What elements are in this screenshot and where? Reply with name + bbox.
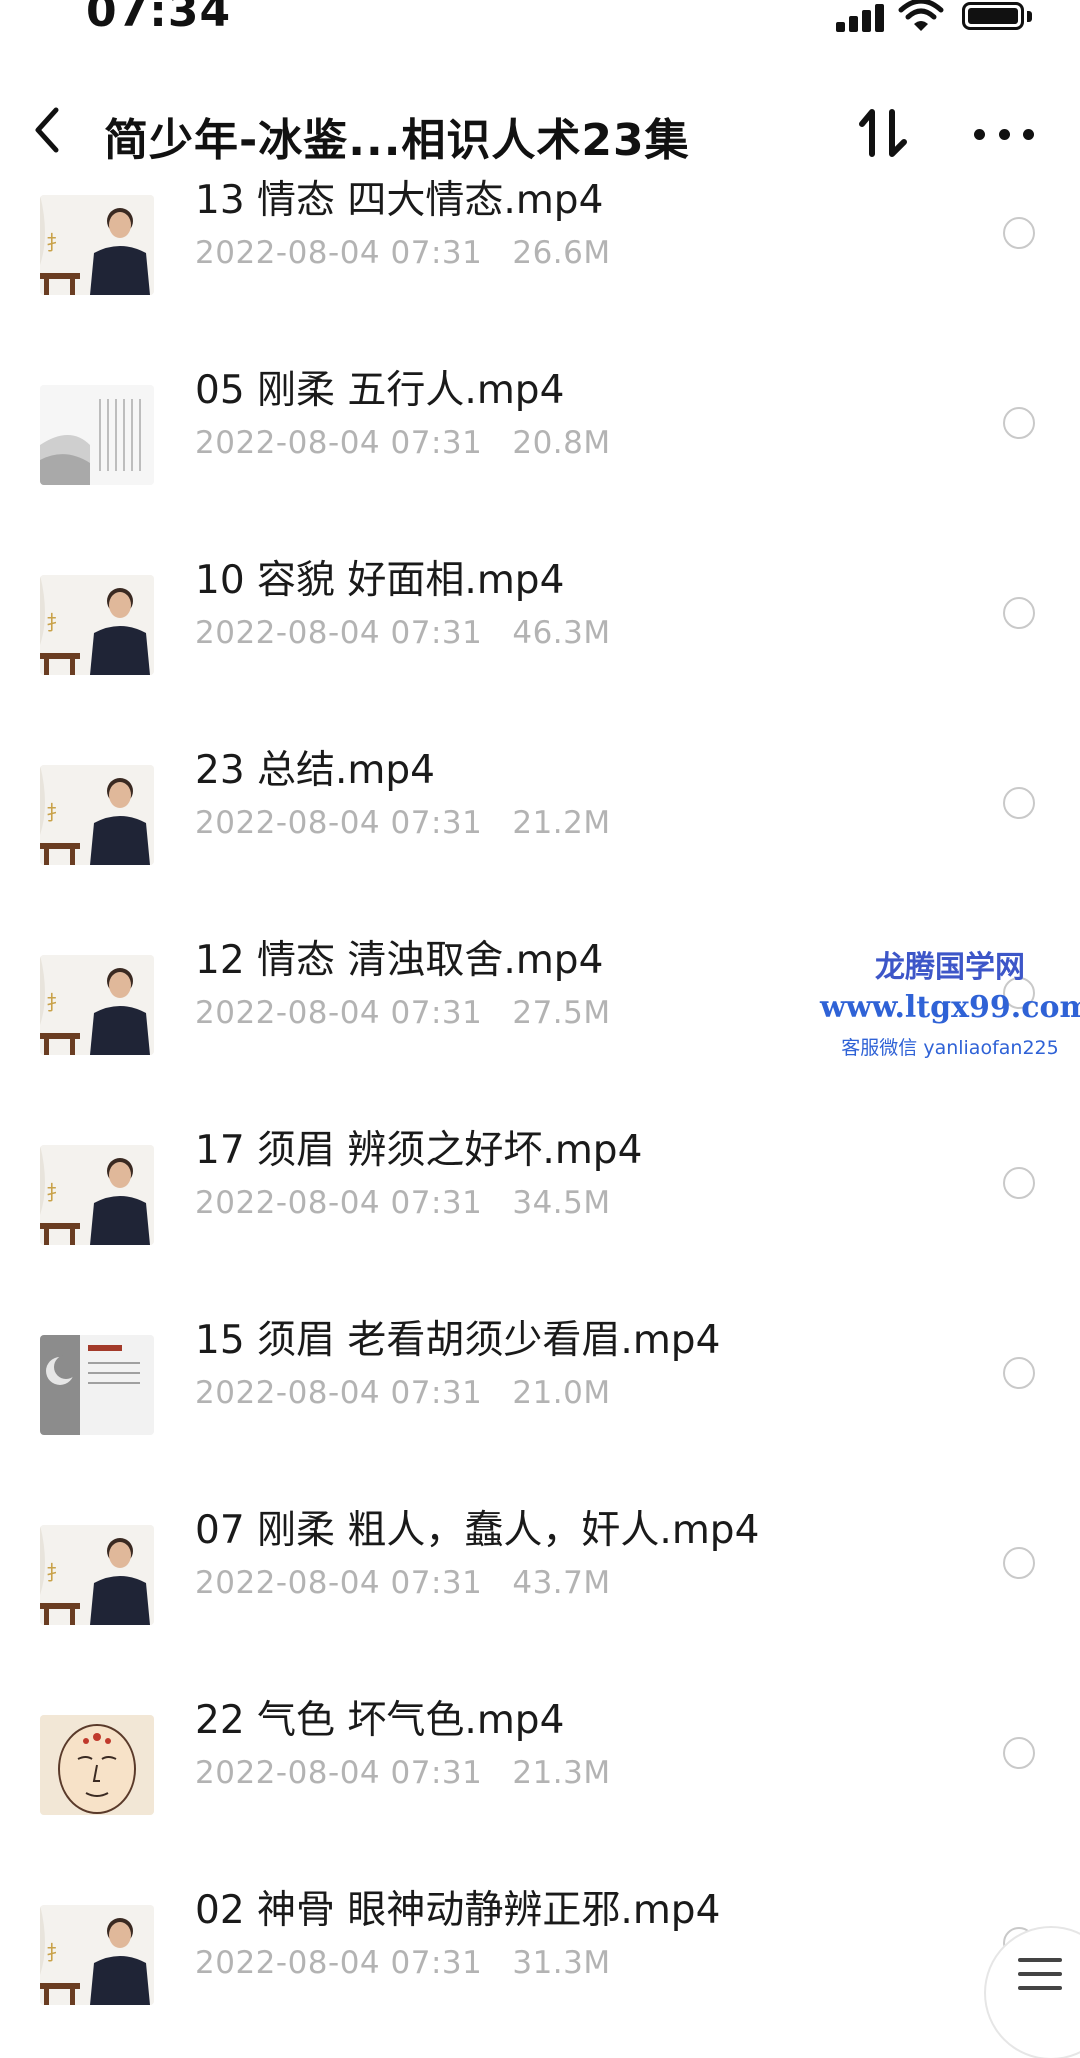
- video-thumbnail: 扌: [40, 955, 154, 1055]
- list-item[interactable]: 15 须眉 老看胡须少看眉.mp4 2022-08-04 07:31 21.0M: [0, 1318, 1080, 1485]
- watermark-contact: 客服微信 yanliaofan225: [841, 1037, 1059, 1059]
- file-meta: 2022-08-04 07:31 26.6M: [195, 235, 611, 271]
- file-size: 26.6M: [512, 235, 611, 271]
- file-date: 2022-08-04 07:31: [195, 1945, 483, 1981]
- file-size: 21.2M: [512, 805, 611, 841]
- watermark-title: 龙腾国学网: [875, 950, 1025, 985]
- file-meta: 2022-08-04 07:31 27.5M: [195, 995, 611, 1031]
- file-name: 07 刚柔 粗人，蠢人，奸人.mp4: [195, 1508, 760, 1553]
- file-meta: 2022-08-04 07:31 31.3M: [195, 1945, 611, 1981]
- file-name: 12 情态 清浊取舍.mp4: [195, 938, 604, 983]
- watermark-url: www.ltgx99.com: [820, 990, 1080, 1025]
- svg-text:扌: 扌: [46, 1561, 66, 1585]
- svg-text:扌: 扌: [46, 1941, 66, 1965]
- svg-text:扌: 扌: [46, 231, 66, 255]
- file-date: 2022-08-04 07:31: [195, 615, 483, 651]
- file-size: 31.3M: [512, 1945, 611, 1981]
- select-radio[interactable]: [1003, 597, 1035, 629]
- video-thumbnail: 扌: [40, 1525, 154, 1625]
- file-date: 2022-08-04 07:31: [195, 1755, 483, 1791]
- file-date: 2022-08-04 07:31: [195, 1375, 483, 1411]
- file-name: 02 神骨 眼神动静辨正邪.mp4: [195, 1888, 721, 1933]
- video-thumbnail: 扌: [40, 195, 154, 295]
- file-size: 27.5M: [512, 995, 611, 1031]
- file-meta: 2022-08-04 07:31 43.7M: [195, 1565, 611, 1601]
- video-thumbnail: 扌: [40, 765, 154, 865]
- list-item[interactable]: 扌 13 情态 四大情态.mp4 2022-08-04 07:31 26.6M: [0, 178, 1080, 345]
- watermark: 龙腾国学网 www.ltgx99.com 客服微信 yanliaofan225: [820, 942, 1080, 1060]
- video-thumbnail: [40, 1715, 154, 1815]
- file-meta: 2022-08-04 07:31 21.3M: [195, 1755, 611, 1791]
- svg-text:扌: 扌: [46, 991, 66, 1015]
- list-item[interactable]: 扌 02 神骨 眼神动静辨正邪.mp4 2022-08-04 07:31 31.3M: [0, 1888, 1080, 2055]
- file-date: 2022-08-04 07:31: [195, 805, 483, 841]
- select-radio[interactable]: [1003, 787, 1035, 819]
- list-item[interactable]: 扌 10 容貌 好面相.mp4 2022-08-04 07:31 46.3M: [0, 558, 1080, 725]
- select-radio[interactable]: [1003, 1547, 1035, 1579]
- file-date: 2022-08-04 07:31: [195, 1185, 483, 1221]
- svg-text:扌: 扌: [46, 1181, 66, 1205]
- svg-text:扌: 扌: [46, 801, 66, 825]
- file-size: 21.0M: [512, 1375, 611, 1411]
- file-size: 43.7M: [512, 1565, 611, 1601]
- file-name: 05 刚柔 五行人.mp4: [195, 368, 565, 413]
- file-date: 2022-08-04 07:31: [195, 995, 483, 1031]
- list-item[interactable]: 22 气色 坏气色.mp4 2022-08-04 07:31 21.3M: [0, 1698, 1080, 1865]
- list-item[interactable]: 扌 07 刚柔 粗人，蠢人，奸人.mp4 2022-08-04 07:31 43.7M: [0, 1508, 1080, 1675]
- file-name: 10 容貌 好面相.mp4: [195, 558, 565, 603]
- select-radio[interactable]: [1003, 217, 1035, 249]
- file-meta: 2022-08-04 07:31 21.0M: [195, 1375, 611, 1411]
- list-item[interactable]: 扌 17 须眉 辨须之好坏.mp4 2022-08-04 07:31 34.5M: [0, 1128, 1080, 1295]
- video-thumbnail: [40, 1335, 154, 1435]
- video-thumbnail: 扌: [40, 1905, 154, 2005]
- file-name: 17 须眉 辨须之好坏.mp4: [195, 1128, 643, 1173]
- list-item[interactable]: 05 刚柔 五行人.mp4 2022-08-04 07:31 20.8M: [0, 368, 1080, 535]
- video-thumbnail: [40, 385, 154, 485]
- file-date: 2022-08-04 07:31: [195, 235, 483, 271]
- file-name: 22 气色 坏气色.mp4: [195, 1698, 565, 1743]
- file-size: 46.3M: [512, 615, 611, 651]
- svg-text:扌: 扌: [46, 611, 66, 635]
- file-date: 2022-08-04 07:31: [195, 425, 483, 461]
- file-name: 15 须眉 老看胡须少看眉.mp4: [195, 1318, 721, 1363]
- video-thumbnail: 扌: [40, 575, 154, 675]
- file-name: 23 总结.mp4: [195, 748, 435, 793]
- list-item[interactable]: 扌 23 总结.mp4 2022-08-04 07:31 21.2M: [0, 748, 1080, 915]
- file-meta: 2022-08-04 07:31 20.8M: [195, 425, 611, 461]
- file-date: 2022-08-04 07:31: [195, 1565, 483, 1601]
- select-radio[interactable]: [1003, 1357, 1035, 1389]
- file-meta: 2022-08-04 07:31 46.3M: [195, 615, 611, 651]
- file-size: 34.5M: [512, 1185, 611, 1221]
- file-name: 13 情态 四大情态.mp4: [195, 178, 604, 223]
- select-radio[interactable]: [1003, 1737, 1035, 1769]
- file-meta: 2022-08-04 07:31 21.2M: [195, 805, 611, 841]
- select-radio[interactable]: [1003, 1167, 1035, 1199]
- select-radio[interactable]: [1003, 407, 1035, 439]
- file-size: 20.8M: [512, 425, 611, 461]
- video-thumbnail: 扌: [40, 1145, 154, 1245]
- file-size: 21.3M: [512, 1755, 611, 1791]
- file-meta: 2022-08-04 07:31 34.5M: [195, 1185, 611, 1221]
